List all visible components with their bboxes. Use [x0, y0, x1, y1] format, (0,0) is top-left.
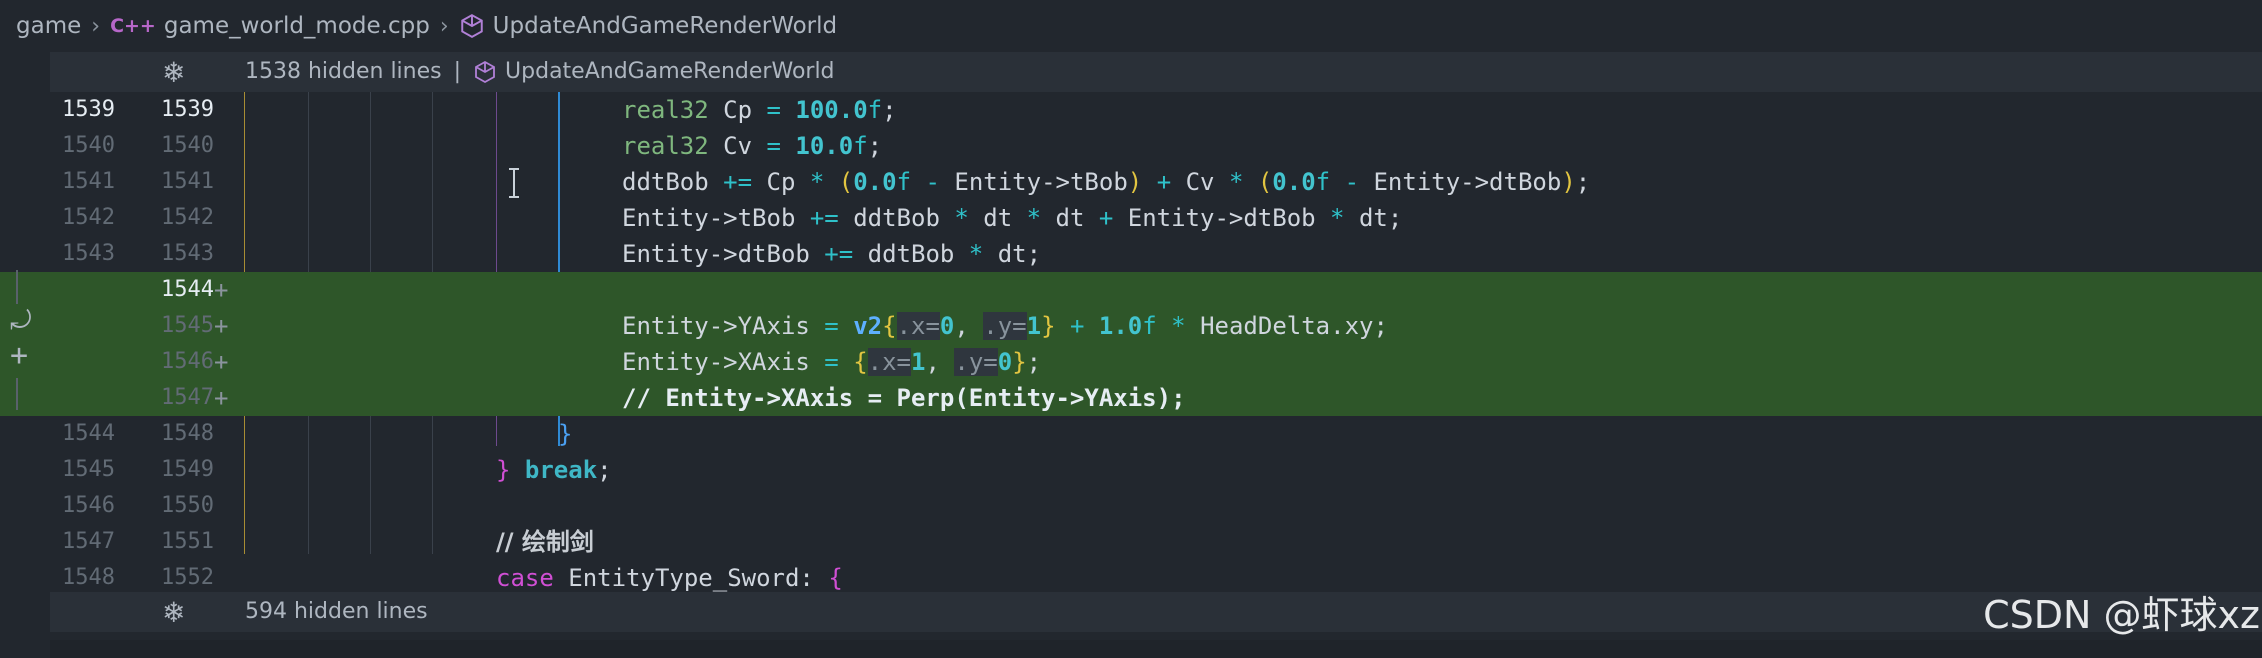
code-line[interactable]: 1539 1539 real32 Cp = 100.0f; — [0, 92, 2262, 128]
horizontal-scrollbar[interactable] — [50, 640, 2262, 658]
code-line[interactable]: 1545 1549 } break; — [0, 452, 2262, 488]
code-text: ddtBob += Cp * (0.0f - Entity->tBob) + C… — [622, 168, 1591, 196]
method-cube-icon — [475, 60, 495, 83]
added-line-marker: + — [214, 384, 229, 412]
fold-hidden-lines-top[interactable]: ❄ 1538 hidden lines | UpdateAndGameRende… — [50, 52, 2262, 92]
new-line-number: 1542 — [161, 205, 214, 230]
old-line-number — [40, 308, 115, 344]
old-line-number: 1542 — [62, 205, 115, 230]
breadcrumb-file[interactable]: game_world_mode.cpp — [164, 13, 430, 39]
code-line[interactable]: 1544 1548 } — [0, 416, 2262, 452]
chevron-right-icon: › — [439, 13, 449, 39]
new-line-number: 1551 — [161, 529, 214, 554]
code-text: real32 Cp = 100.0f; — [622, 96, 897, 124]
code-text: real32 Cv = 10.0f; — [622, 132, 883, 160]
old-line-number: 1545 — [62, 457, 115, 482]
added-line-marker: + — [214, 276, 229, 304]
code-comment: // Entity->XAxis = Perp(Entity->YAxis); — [622, 384, 1186, 412]
new-line-number: 1552 — [161, 565, 214, 590]
hidden-lines-count: 594 hidden lines — [245, 599, 428, 624]
diff-gutter-line — [16, 378, 18, 410]
breadcrumb: game › C++ game_world_mode.cpp › UpdateA… — [0, 0, 2262, 52]
breadcrumb-folder[interactable]: game — [16, 13, 81, 39]
fold-symbol: UpdateAndGameRenderWorld — [505, 59, 835, 84]
added-code-line[interactable]: 1545 + Entity->YAxis = v2{.x=0, .y=1} + … — [0, 308, 2262, 344]
code-line[interactable]: 1546 1550 — [0, 488, 2262, 524]
new-line-number: 1547 — [161, 385, 214, 410]
code-editor[interactable]: 1539 1539 real32 Cp = 100.0f; 1540 1540 … — [0, 92, 2262, 592]
new-line-number: 1545 — [161, 313, 214, 338]
new-line-number: 1541 — [161, 169, 214, 194]
new-line-number: 1539 — [161, 97, 214, 122]
revert-change-icon[interactable]: ⤾ — [10, 306, 32, 337]
added-code-line[interactable]: 1547 + // Entity->XAxis = Perp(Entity->Y… — [0, 380, 2262, 416]
code-text: Entity->YAxis = v2{.x=0, .y=1} + 1.0f * … — [622, 312, 1388, 340]
new-line-number: 1549 — [161, 457, 214, 482]
old-line-number: 1548 — [62, 565, 115, 590]
new-line-number: 1544 — [161, 277, 214, 302]
old-line-number: 1540 — [62, 133, 115, 158]
old-line-number: 1543 — [62, 241, 115, 266]
fold-hidden-lines-bottom[interactable]: ❄ 594 hidden lines — [50, 592, 2262, 632]
added-code-line[interactable]: 1546 + Entity->XAxis = {.x=1, .y=0}; — [0, 344, 2262, 380]
breadcrumb-symbol[interactable]: UpdateAndGameRenderWorld — [493, 13, 837, 39]
code-text: case EntityType_Sword: { — [496, 564, 843, 592]
hidden-lines-count: 1538 hidden lines — [245, 59, 442, 84]
new-line-number: 1548 — [161, 421, 214, 446]
old-line-number — [40, 272, 115, 308]
code-text: } — [558, 420, 573, 448]
code-line[interactable]: 1540 1540 real32 Cv = 10.0f; — [0, 128, 2262, 164]
new-line-number: 1546 — [161, 349, 214, 374]
code-text: Entity->XAxis = {.x=1, .y=0}; — [622, 348, 1042, 376]
code-line[interactable]: 1541 1541 ddtBob += Cp * (0.0f - Entity-… — [0, 164, 2262, 200]
separator: | — [453, 59, 462, 84]
code-text: Entity->tBob += ddtBob * dt * dt + Entit… — [622, 204, 1403, 232]
diff-gutter-line — [16, 270, 18, 304]
old-line-number: 1539 — [62, 97, 115, 122]
code-text: } break; — [496, 456, 612, 484]
added-code-line[interactable]: 1544 + — [0, 272, 2262, 308]
new-line-number: 1540 — [161, 133, 214, 158]
code-comment: // 绘制剑 — [496, 528, 594, 556]
old-line-number: 1541 — [62, 169, 115, 194]
expand-hidden-lines-icon[interactable]: ❄ — [162, 56, 185, 89]
expand-hidden-lines-icon[interactable]: ❄ — [162, 596, 185, 629]
text-cursor-icon — [509, 168, 519, 198]
code-line[interactable]: 1542 1542 Entity->tBob += ddtBob * dt * … — [0, 200, 2262, 236]
stage-change-icon[interactable]: + — [10, 338, 28, 373]
added-line-marker: + — [214, 348, 229, 376]
old-line-number: 1546 — [62, 493, 115, 518]
code-line[interactable]: 1548 1552 case EntityType_Sword: { — [0, 560, 2262, 592]
code-text: Entity->dtBob += ddtBob * dt; — [622, 240, 1042, 268]
old-line-number — [40, 344, 115, 380]
chevron-right-icon: › — [91, 13, 101, 39]
new-line-number: 1550 — [161, 493, 214, 518]
watermark: CSDN @虾球xz — [1983, 593, 2260, 637]
old-line-number: 1544 — [62, 421, 115, 446]
new-line-number: 1543 — [161, 241, 214, 266]
added-line-marker: + — [214, 312, 229, 340]
old-line-number: 1547 — [62, 529, 115, 554]
method-cube-icon — [460, 14, 483, 38]
code-line[interactable]: 1543 1543 Entity->dtBob += ddtBob * dt; — [0, 236, 2262, 272]
cpp-file-icon: C++ — [110, 15, 156, 37]
code-line[interactable]: 1547 1551 // 绘制剑 — [0, 524, 2262, 560]
old-line-number — [40, 380, 115, 416]
